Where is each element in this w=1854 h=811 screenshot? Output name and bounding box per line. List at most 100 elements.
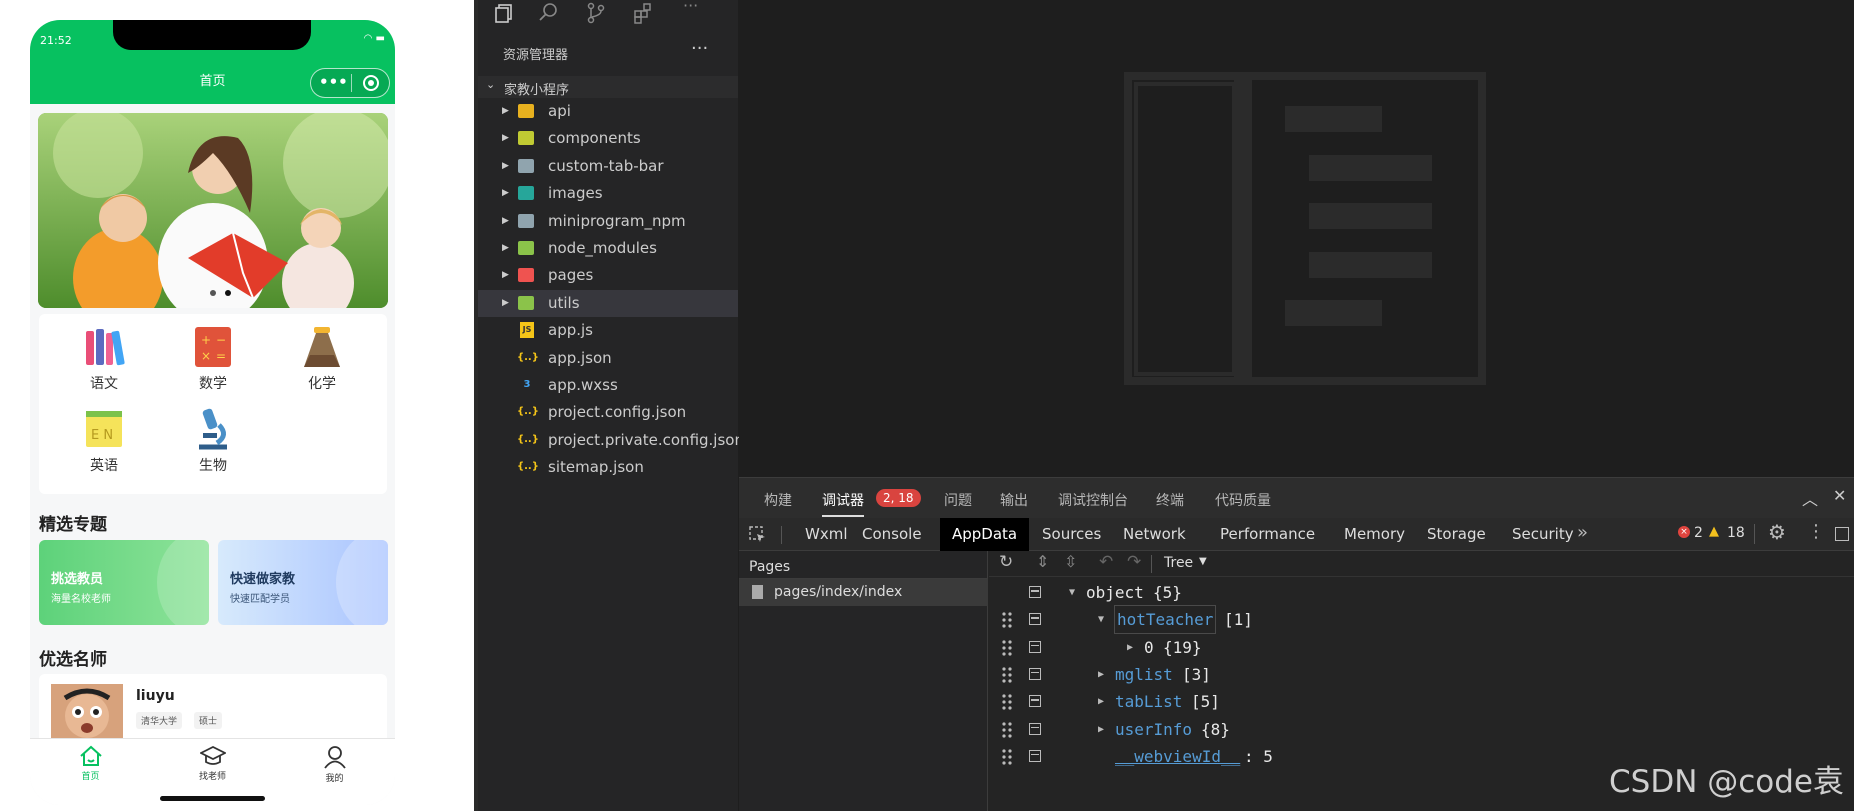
folder-item[interactable]: ▶ utils (478, 289, 738, 317)
folder-item[interactable]: ▶ custom-tab-bar (478, 153, 738, 180)
tab-find-teacher[interactable]: 找老师 (152, 739, 273, 799)
close-icon[interactable]: ✕ (1833, 486, 1846, 505)
folder-name: images (548, 184, 603, 203)
file-item[interactable]: {..} project.private.config.json (478, 427, 744, 454)
more-actions-icon[interactable]: ··· (691, 38, 708, 59)
pages-header: Pages (749, 559, 791, 575)
tab-storage[interactable]: Storage (1415, 518, 1498, 551)
tab-code-quality[interactable]: 代码质量 (1215, 490, 1271, 510)
collapse-all-icon[interactable]: ⇳ (1064, 552, 1077, 571)
tab-issues[interactable]: 问题 (944, 490, 972, 510)
subject-item-chinese[interactable]: 语文 (49, 319, 159, 399)
subject-item-math[interactable]: + − × = 数学 (158, 319, 268, 399)
caret-right-icon[interactable]: ▶ (1127, 634, 1133, 661)
warning-count[interactable]: 18 (1727, 525, 1745, 541)
undo-icon[interactable]: ↶ (1099, 552, 1113, 572)
more-dots-icon[interactable]: ••• (319, 73, 348, 91)
tab-debugger[interactable]: 调试器 (822, 490, 864, 517)
chevron-up-icon[interactable]: ︿ (1802, 486, 1818, 510)
drag-handle-icon[interactable] (1002, 749, 1012, 765)
drag-handle-icon[interactable] (1002, 694, 1012, 710)
banner-carousel[interactable] (38, 113, 388, 308)
tab-build[interactable]: 构建 (764, 490, 792, 510)
chevron-down-icon[interactable]: ▼ (1199, 556, 1207, 567)
redo-icon[interactable]: ↷ (1127, 552, 1141, 572)
tree-node[interactable]: ▶ userInfo {8} (989, 716, 1854, 743)
folder-item[interactable]: ▶ api (478, 98, 738, 125)
tab-network[interactable]: Network (1111, 518, 1198, 551)
more-tabs-icon[interactable]: » (1577, 522, 1588, 543)
tree-node[interactable]: ▶ 0 {19} (989, 634, 1854, 661)
files-icon[interactable] (493, 2, 515, 24)
folder-item[interactable]: ▶ pages (478, 262, 738, 289)
gear-icon[interactable]: ⚙ (1768, 520, 1786, 544)
tab-output[interactable]: 输出 (1000, 490, 1028, 510)
folder-components-icon (518, 131, 534, 146)
node-type-icon (1029, 640, 1041, 653)
dock-icon[interactable] (1835, 527, 1849, 541)
drag-handle-icon[interactable] (1002, 612, 1012, 628)
tab-appdata[interactable]: AppData (940, 518, 1030, 551)
caret-down-icon[interactable]: ▼ (1069, 579, 1075, 606)
error-count[interactable]: 2 (1694, 525, 1703, 541)
folder-item[interactable]: ▶ images (478, 180, 738, 207)
caret-right-icon[interactable]: ▶ (1098, 716, 1104, 743)
svg-text:=: = (216, 349, 226, 363)
tab-memory[interactable]: Memory (1332, 518, 1417, 551)
folder-item[interactable]: ▶ miniprogram_npm (478, 208, 738, 235)
capsule-menu[interactable]: ••• (310, 68, 390, 98)
file-item[interactable]: {..} app.json (478, 345, 738, 372)
close-circle-icon[interactable] (363, 75, 379, 91)
kebab-menu-icon[interactable]: ⋮ (1807, 521, 1825, 542)
extensions-icon[interactable] (632, 2, 654, 24)
project-root[interactable]: ⌄ 家教小程序 (478, 76, 738, 98)
node-value: [3] (1182, 664, 1211, 684)
view-mode-select[interactable]: Tree (1164, 555, 1193, 571)
node-key: __webviewId__ (1115, 746, 1241, 766)
subject-item-biology[interactable]: 生物 (158, 401, 268, 481)
tree-node[interactable]: ▼ object {5} (989, 579, 1854, 606)
tree-node[interactable]: ▼ hotTeacher [1] (989, 605, 1854, 635)
tree-node[interactable]: ▶ mglist [3] (989, 661, 1854, 688)
tab-debug-console[interactable]: 调试控制台 (1058, 490, 1128, 510)
svg-text:−: − (216, 333, 226, 347)
drag-handle-icon[interactable] (1002, 639, 1012, 656)
page-item[interactable]: pages/index/index (739, 579, 988, 606)
home-icon (79, 745, 102, 766)
tree-node[interactable]: ▶ tabList [5] (989, 688, 1854, 715)
tab-console[interactable]: Console (850, 518, 934, 551)
inspect-element-icon[interactable] (749, 526, 767, 544)
subject-item-english[interactable]: E N 英语 (49, 401, 159, 481)
folder-item[interactable]: ▶ components (478, 125, 738, 152)
refresh-icon[interactable]: ↻ (999, 552, 1013, 572)
node-key: 0 (1144, 637, 1154, 657)
subject-item-chemistry[interactable]: 化学 (267, 319, 377, 399)
expand-all-icon[interactable]: ⇕ (1036, 552, 1049, 571)
caret-right-icon[interactable]: ▶ (1098, 661, 1104, 688)
node-key: hotTeacher (1113, 605, 1217, 635)
file-item[interactable]: {..} sitemap.json (478, 454, 738, 481)
tab-security[interactable]: Security (1500, 518, 1586, 551)
toolbar-divider (781, 526, 782, 544)
tab-sources[interactable]: Sources (1030, 518, 1113, 551)
more-icon[interactable]: ··· (683, 0, 698, 15)
source-control-icon[interactable] (585, 2, 607, 24)
caret-right-icon[interactable]: ▶ (1098, 688, 1104, 715)
tab-home[interactable]: 首页 (30, 739, 151, 799)
tab-performance[interactable]: Performance (1208, 518, 1327, 551)
graduation-cap-icon (199, 745, 226, 765)
caret-down-icon[interactable]: ▼ (1098, 606, 1104, 633)
drag-handle-icon[interactable] (1002, 721, 1012, 738)
tab-terminal[interactable]: 终端 (1156, 490, 1184, 510)
capsule-divider (351, 74, 352, 92)
tab-me[interactable]: 我的 (274, 739, 395, 799)
promo-card-select-teacher[interactable]: 挑选教员 海量名校老师 (39, 540, 209, 625)
file-item[interactable]: {..} project.config.json (478, 399, 738, 426)
banner-image (38, 113, 388, 308)
promo-card-quick-tutor[interactable]: 快速做家教 快速匹配学员 (218, 540, 388, 625)
file-item[interactable]: JS app.js (478, 317, 738, 344)
drag-handle-icon[interactable] (1002, 667, 1012, 683)
folder-item[interactable]: ▶ node_modules (478, 235, 738, 262)
file-item[interactable]: 3 app.wxss (478, 372, 738, 399)
search-icon[interactable] (538, 2, 560, 24)
